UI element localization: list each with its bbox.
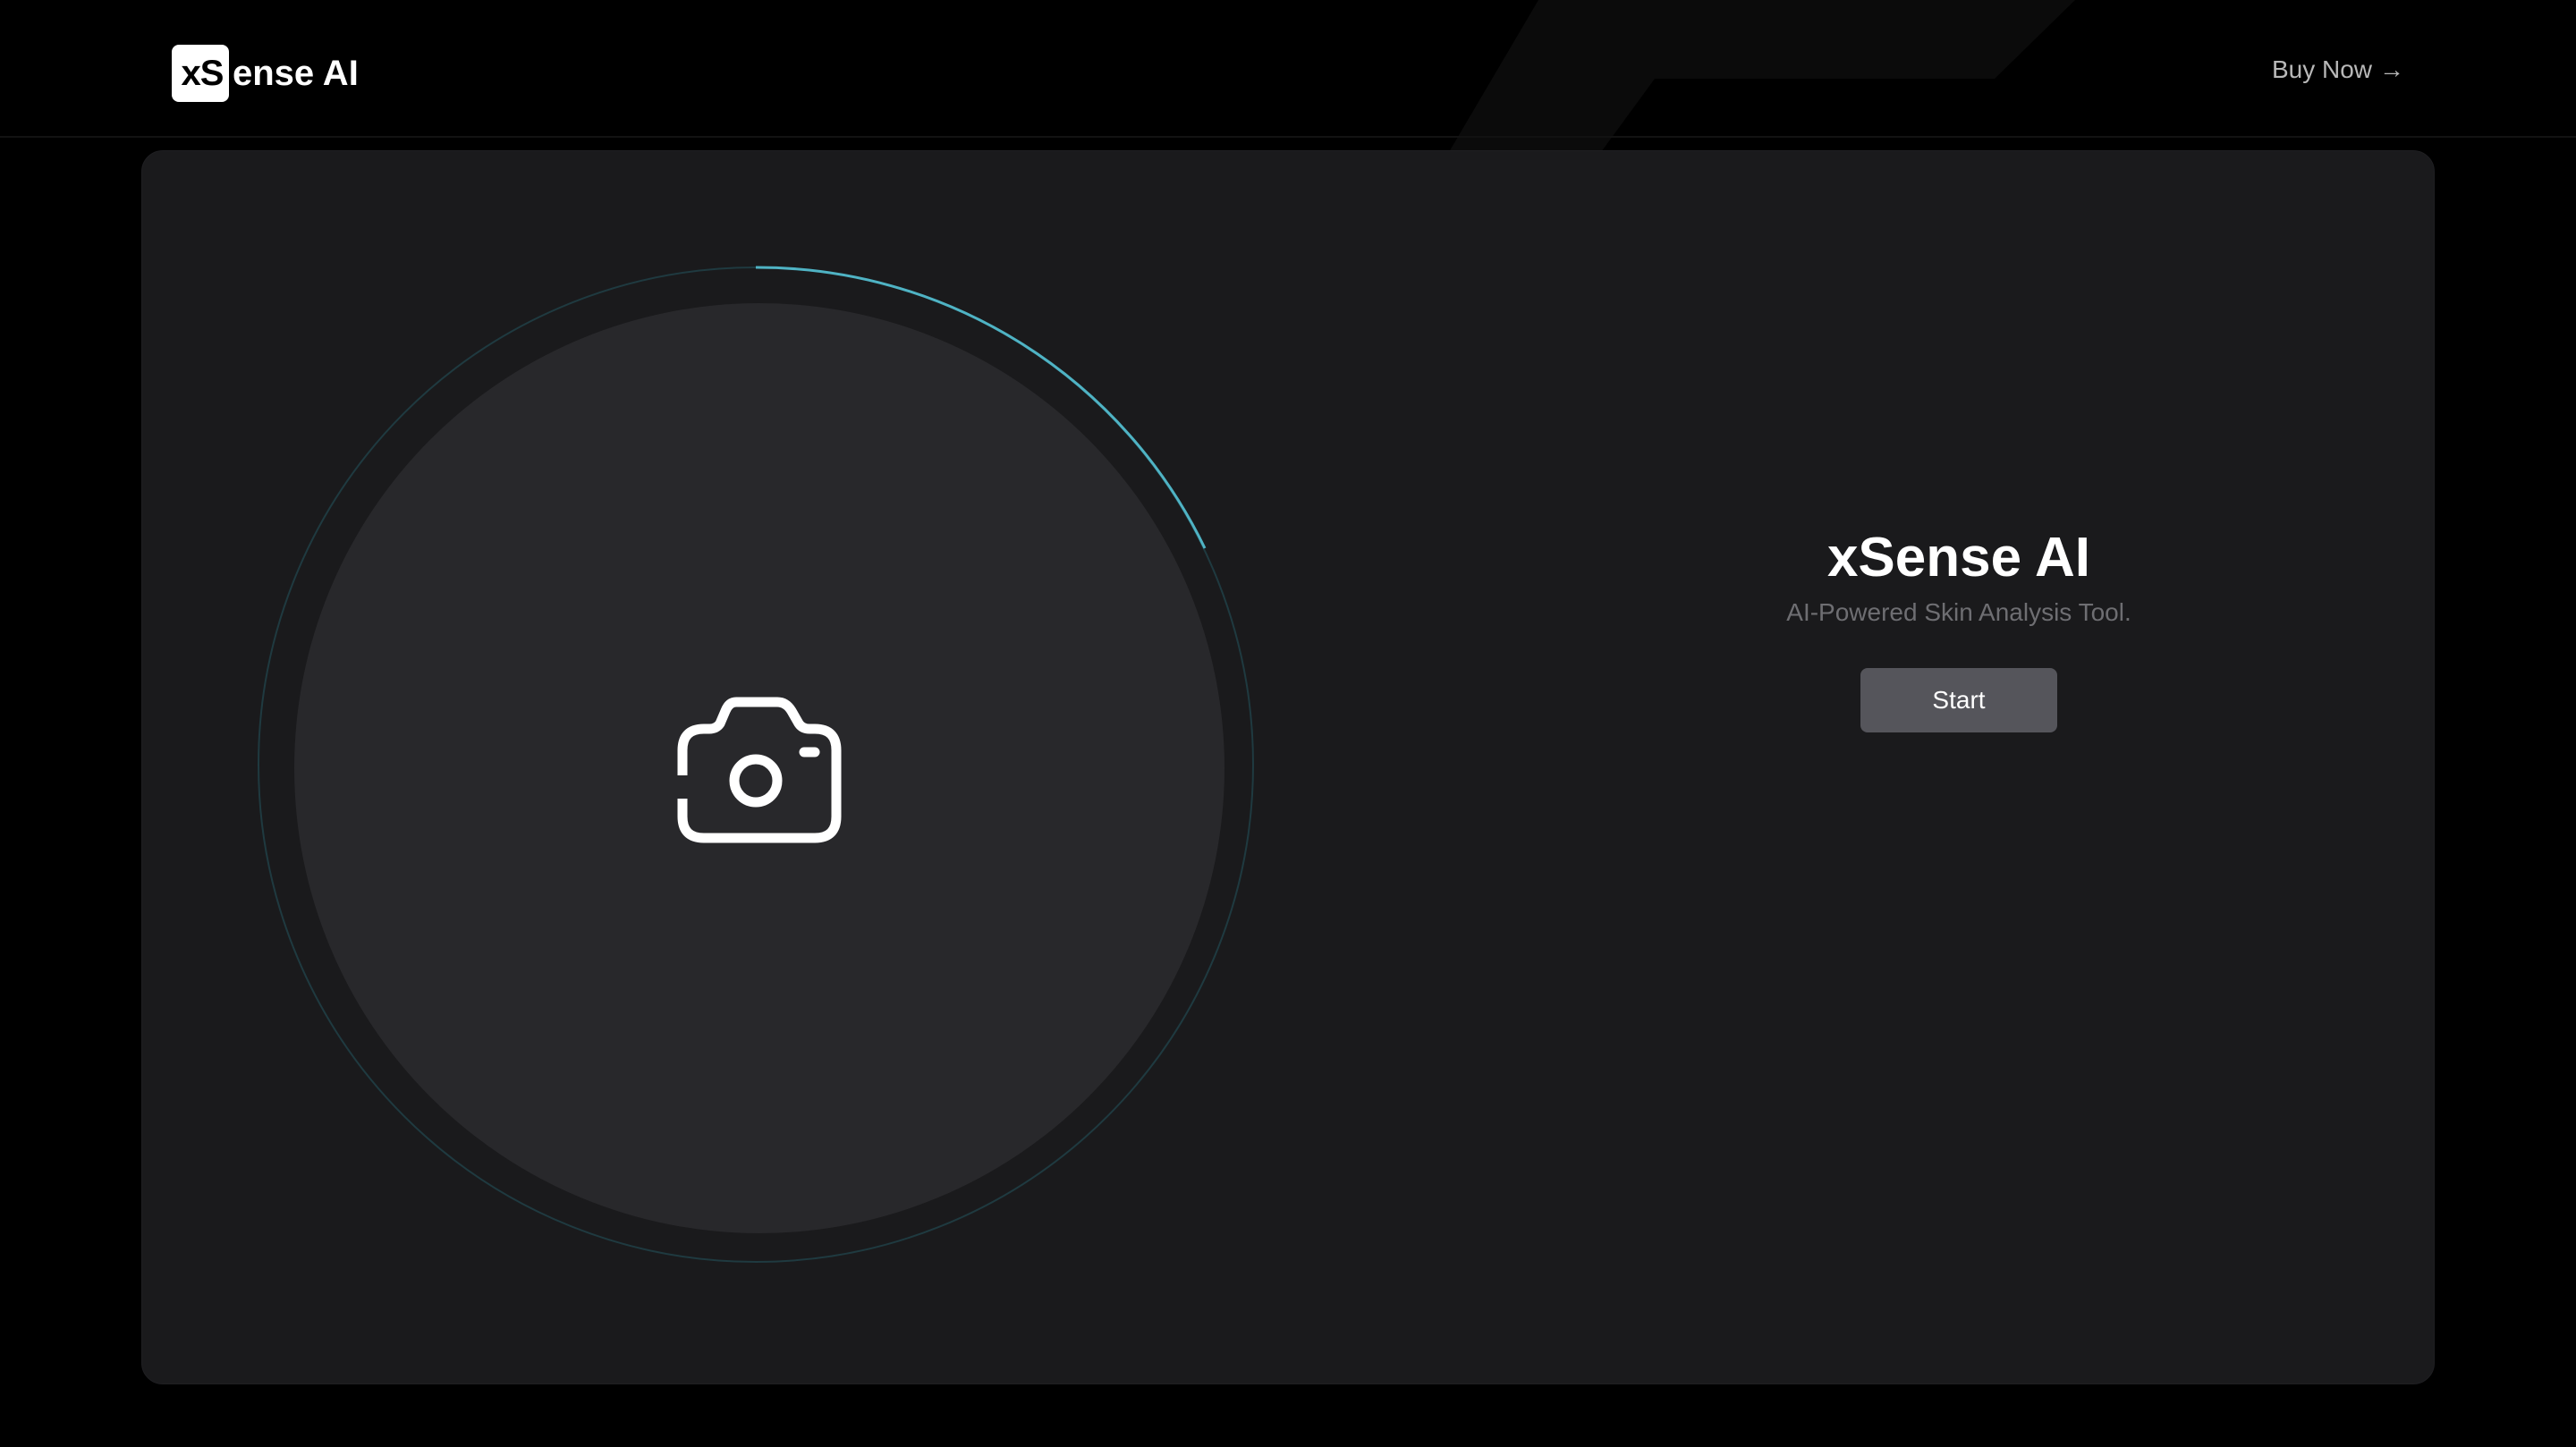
page-subtitle: AI-Powered Skin Analysis Tool. bbox=[1786, 598, 2131, 626]
page-title: xSense AI bbox=[1826, 527, 2091, 588]
main-card: xSense AI AI-Powered Skin Analysis Tool.… bbox=[141, 150, 2435, 1384]
buy-now-link[interactable]: Buy Now → bbox=[2272, 55, 2404, 84]
page: xS ense AI Buy Now → xSense AI AI-Powere… bbox=[0, 0, 2576, 1447]
logo-mark: xS bbox=[172, 45, 229, 102]
arrow-right-icon: → bbox=[2379, 55, 2404, 83]
top-header: xS ense AI Buy Now → bbox=[0, 0, 2576, 138]
buy-now-label: Buy Now bbox=[2271, 55, 2372, 83]
start-button[interactable]: Start bbox=[1860, 668, 2057, 732]
hero-section: xSense AI AI-Powered Skin Analysis Tool.… bbox=[1525, 525, 2393, 732]
camera-capture-button[interactable] bbox=[294, 303, 1224, 1233]
logo[interactable]: xS ense AI bbox=[172, 45, 359, 102]
camera-icon bbox=[677, 697, 842, 843]
logo-text: ense AI bbox=[233, 53, 359, 93]
